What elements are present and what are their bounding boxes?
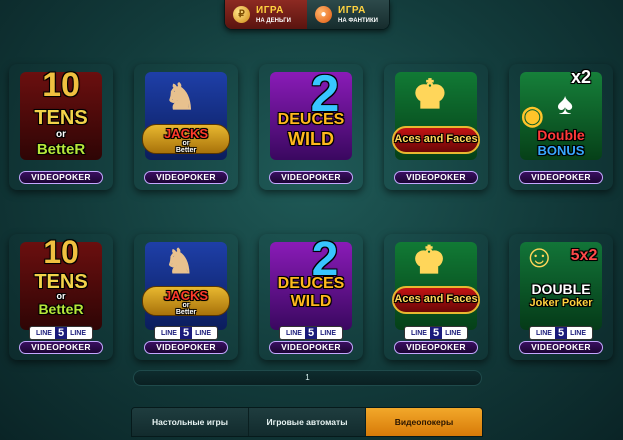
game-title-sub: BetteR [36, 141, 86, 158]
line-label-left: LINE [535, 329, 552, 337]
line-count: 5 [304, 327, 318, 339]
line-label-left: LINE [410, 329, 427, 337]
knight-icon: ♞ [164, 243, 195, 281]
game-title-sub: Joker Poker [529, 297, 593, 309]
game-title-connector: or [56, 291, 66, 301]
play-for-money-title: ИГРА [256, 4, 284, 16]
videopoker-label: VIDEOPOKER [19, 171, 103, 184]
game-tile-double-joker-poker-5-line[interactable]: ☺ 5x2 DOUBLE Joker Poker LINE 5 LINE VID… [509, 234, 613, 360]
game-title-main: TENS [34, 107, 88, 129]
game-title-multiplier: 5x2 [570, 247, 598, 264]
game-title-main: DEUCES [277, 111, 345, 128]
line-label-right: LINE [195, 329, 212, 337]
game-tile-tens-or-better-5-line[interactable]: 10 TENS or BetteR LINE 5 LINE VIDEOPOKER [9, 234, 113, 360]
game-title-multiplier: x2 [570, 67, 592, 87]
videopoker-label: VIDEOPOKER [144, 341, 228, 354]
game-title-sub: BetteR [38, 301, 84, 317]
game-tile-deuces-wild-5-line[interactable]: 2 DEUCES WILD LINE 5 LINE VIDEOPOKER [259, 234, 363, 360]
knight-icon: ♞ [164, 76, 197, 117]
play-for-fun-button[interactable]: ● ИГРА НА ФАНТИКИ [307, 0, 389, 29]
game-title-connector: or [56, 129, 66, 140]
game-title-sub: WILD [288, 129, 334, 149]
play-for-fun-subtitle: НА ФАНТИКИ [338, 17, 378, 24]
line-label-left: LINE [285, 329, 302, 337]
play-for-fun-title: ИГРА [338, 4, 366, 16]
game-title-main: DEUCES [277, 275, 345, 292]
game-tile-jacks-or-better[interactable]: ♞ JACKS or Better VIDEOPOKER [134, 64, 238, 190]
videopoker-label: VIDEOPOKER [519, 171, 603, 184]
five-line-badge: LINE 5 LINE [154, 326, 218, 340]
game-tile-tens-or-better[interactable]: 10 TENS or BetteR VIDEOPOKER [9, 64, 113, 190]
videopoker-label: VIDEOPOKER [144, 171, 228, 184]
game-tile-deuces-wild[interactable]: 2 DEUCES WILD VIDEOPOKER [259, 64, 363, 190]
game-tile-double-bonus[interactable]: x2 ♠ ◉ Double BONUS VIDEOPOKER [509, 64, 613, 190]
line-count: 5 [54, 327, 68, 339]
game-title-connector: or [182, 140, 190, 147]
five-line-badge: LINE 5 LINE [529, 326, 593, 340]
game-title-sub: WILD [290, 293, 332, 310]
line-label-left: LINE [160, 329, 177, 337]
videopoker-label: VIDEOPOKER [394, 341, 478, 354]
joker-icon: ☺ [523, 238, 556, 274]
videopoker-label: VIDEOPOKER [19, 341, 103, 354]
game-title-main: JACKS [163, 126, 209, 141]
line-count: 5 [554, 327, 568, 339]
play-for-money-button[interactable]: ₽ ИГРА НА ДЕНЬГИ [225, 0, 307, 29]
videopoker-label: VIDEOPOKER [269, 171, 353, 184]
lollipop-icon: ● [315, 6, 332, 23]
tab-video-poker[interactable]: Видеопокеры [366, 408, 482, 436]
videopoker-label: VIDEOPOKER [394, 171, 478, 184]
five-line-badge: LINE 5 LINE [279, 326, 343, 340]
pagination-bar: 1 [133, 370, 482, 386]
game-title-sub: Better [175, 147, 197, 154]
game-title-main: Double [537, 127, 585, 143]
game-title-main: Aces and Faces [394, 133, 478, 145]
line-label-right: LINE [320, 329, 337, 337]
category-tabs: Настольные игры Игровые автоматы Видеопо… [131, 407, 483, 437]
game-tile-aces-and-faces[interactable]: ♚ Aces and Faces VIDEOPOKER [384, 64, 488, 190]
game-title-sub: BONUS [537, 143, 585, 158]
videopoker-label: VIDEOPOKER [519, 341, 603, 354]
line-count: 5 [429, 327, 443, 339]
game-title-number: 10 [42, 66, 80, 104]
game-title-number: 10 [43, 234, 79, 270]
five-line-badge: LINE 5 LINE [404, 326, 468, 340]
king-icon: ♚ [412, 240, 447, 282]
game-grid: 10 TENS or BetteR VIDEOPOKER ♞ JACKS or … [9, 64, 614, 364]
play-for-money-subtitle: НА ДЕНЬГИ [256, 17, 291, 24]
line-label-right: LINE [570, 329, 587, 337]
tab-slot-machines[interactable]: Игровые автоматы [249, 408, 366, 436]
line-label-right: LINE [445, 329, 462, 337]
line-count: 5 [179, 327, 193, 339]
game-title-main: JACKS [163, 288, 209, 303]
tab-table-games[interactable]: Настольные игры [132, 408, 249, 436]
game-title-main: Aces and Faces [394, 293, 478, 305]
play-mode-switch: ₽ ИГРА НА ДЕНЬГИ ● ИГРА НА ФАНТИКИ [224, 0, 390, 30]
line-label-right: LINE [70, 329, 87, 337]
line-label-left: LINE [35, 329, 52, 337]
videopoker-label: VIDEOPOKER [269, 341, 353, 354]
king-icon: ♚ [412, 73, 448, 117]
game-title-main: TENS [34, 271, 88, 293]
game-tile-jacks-or-better-5-line[interactable]: ♞ JACKS or Better LINE 5 LINE VIDEOPOKER [134, 234, 238, 360]
five-line-badge: LINE 5 LINE [29, 326, 93, 340]
game-title-connector: or [182, 302, 190, 309]
page-number-current[interactable]: 1 [305, 373, 309, 382]
game-title-sub: Better [175, 309, 197, 316]
playing-cards-icon: ♠ [557, 88, 573, 121]
coin-icon: ₽ [233, 6, 250, 23]
game-tile-aces-and-faces-5-line[interactable]: ♚ Aces and Faces LINE 5 LINE VIDEOPOKER [384, 234, 488, 360]
game-title-main: DOUBLE [531, 281, 591, 297]
